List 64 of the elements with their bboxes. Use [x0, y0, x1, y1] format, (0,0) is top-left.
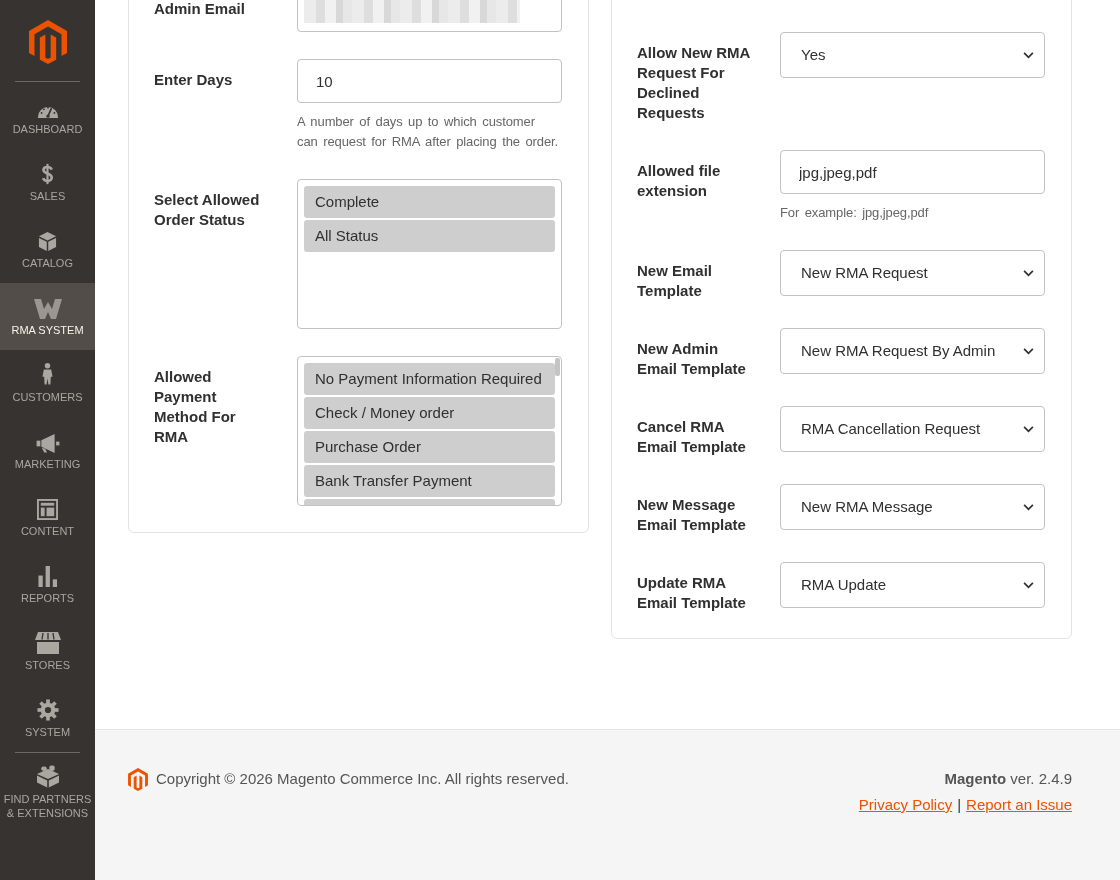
nav-item[interactable]: CUSTOMERS: [0, 350, 95, 417]
field-note: For example: jpg,jpeg,pdf: [780, 204, 930, 222]
text-field[interactable]: jpg,jpeg,pdf: [780, 150, 1045, 194]
layout-frame-icon: [37, 499, 58, 520]
field-note: A number of days up to which customer can request for RMA after placing the order.: [297, 113, 560, 151]
chevron-down-icon: [1023, 503, 1034, 511]
bar-chart-icon: [37, 566, 58, 587]
chevron-down-icon: [1023, 347, 1034, 355]
field-label: Enter Days: [154, 70, 234, 90]
select-field[interactable]: New RMA Message: [780, 484, 1045, 530]
select-field[interactable]: RMA Update: [780, 562, 1045, 608]
nav-item[interactable]: RMA SYSTEM: [0, 283, 95, 350]
list-option[interactable]: All Status: [304, 220, 555, 252]
nav-item[interactable]: REPORTS: [0, 551, 95, 618]
text-field[interactable]: 10: [297, 59, 562, 103]
field-label: Allowed file extension: [637, 161, 722, 201]
list-option[interactable]: Check / Money order: [304, 397, 555, 429]
link-separator: |: [957, 795, 962, 815]
nav-item[interactable]: CONTENT: [0, 484, 95, 551]
field-label: New Message Email Template: [637, 495, 747, 535]
list-option[interactable]: Complete: [304, 186, 555, 218]
megaphone-icon: [35, 434, 60, 453]
list-option[interactable]: No Payment Information Required: [304, 363, 555, 395]
nav-item[interactable]: SYSTEM: [0, 685, 95, 752]
hexagon-logo-icon[interactable]: [28, 20, 67, 64]
storefront-icon: [34, 632, 61, 654]
box-icon: [38, 231, 57, 252]
nav-item[interactable]: SALES: [0, 149, 95, 216]
version-text: Magento ver. 2.4.9: [943, 769, 1072, 789]
field-label: Allowed Payment Method For RMA: [154, 367, 237, 447]
gear-icon: [36, 699, 59, 721]
field-label: Allow New RMA Request For Declined Requests: [637, 43, 751, 123]
person-icon: [42, 362, 53, 386]
select-field[interactable]: RMA Cancellation Request: [780, 406, 1045, 452]
field-label: Admin Email: [154, 0, 246, 19]
listbox-field[interactable]: No Payment Information Required Check / Money order Purchase Order Bank Transfer Payment: [297, 356, 562, 506]
field-label: Cancel RMA Email Template: [637, 417, 747, 457]
field-label: New Admin Email Template: [637, 339, 747, 379]
copyright-text: Copyright © 2026 Magento Commerce Inc. All rights reserved.: [156, 769, 569, 789]
dollar-icon: [41, 163, 54, 185]
nav-item[interactable]: CATALOG: [0, 216, 95, 283]
brick-icon: [35, 765, 60, 788]
w-logo-icon: [33, 299, 62, 319]
list-option[interactable]: [304, 499, 555, 505]
scrollbar-thumb[interactable]: [555, 358, 560, 376]
nav-item[interactable]: MARKETING: [0, 417, 95, 484]
listbox-field[interactable]: Complete All Status: [297, 179, 562, 329]
nav-item[interactable]: STORES: [0, 618, 95, 685]
select-field[interactable]: New RMA Request: [780, 250, 1045, 296]
chevron-down-icon: [1023, 425, 1034, 433]
nav-item[interactable]: FIND PARTNERS & EXTENSIONS: [0, 753, 95, 835]
chevron-down-icon: [1023, 51, 1034, 59]
list-option[interactable]: Purchase Order: [304, 431, 555, 463]
text-field[interactable]: [297, 0, 562, 32]
hexagon-logo-icon: [128, 767, 148, 791]
select-field[interactable]: Yes: [780, 32, 1045, 78]
list-option[interactable]: Bank Transfer Payment: [304, 465, 555, 497]
chevron-down-icon: [1023, 269, 1034, 277]
field-label: Select Allowed Order Status: [154, 190, 261, 230]
field-label: Update RMA Email Template: [637, 573, 747, 613]
field-label: New Email Template: [637, 261, 714, 301]
chevron-down-icon: [1023, 581, 1034, 589]
select-field[interactable]: New RMA Request By Admin: [780, 328, 1045, 374]
nav-item[interactable]: DASHBOARD: [0, 82, 95, 149]
